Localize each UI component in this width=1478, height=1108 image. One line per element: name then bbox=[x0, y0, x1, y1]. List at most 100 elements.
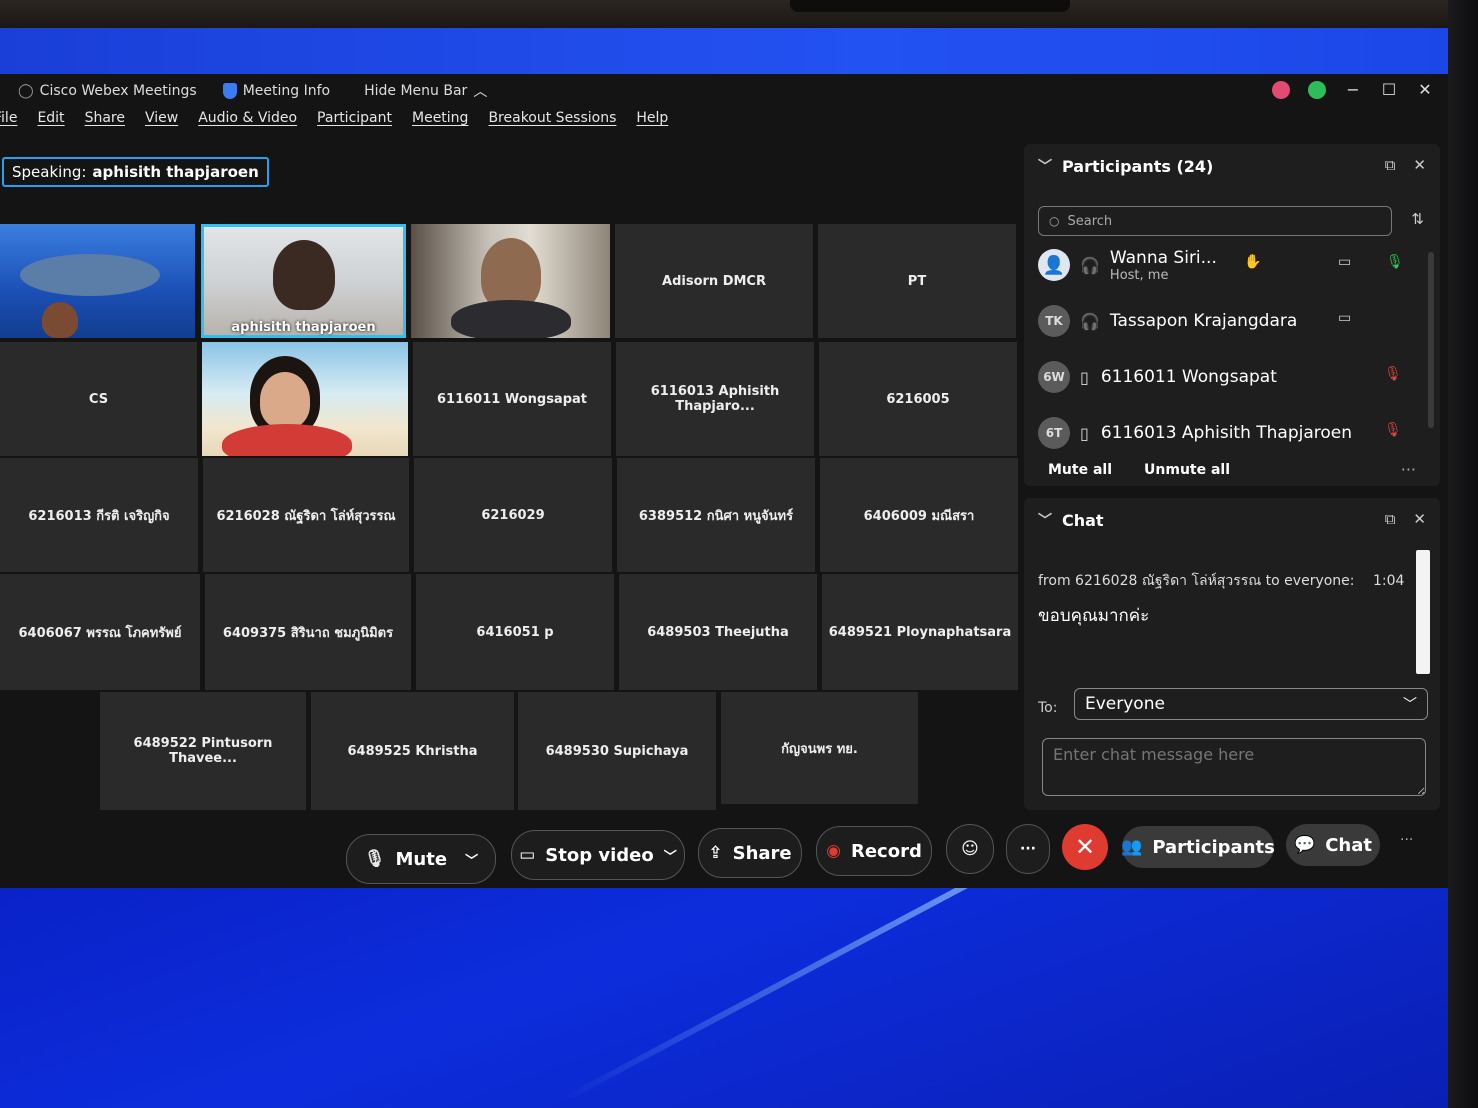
smiley-icon: ☺ bbox=[961, 839, 979, 859]
close-icon[interactable]: ✕ bbox=[1416, 80, 1434, 99]
close-icon[interactable]: ✕ bbox=[1413, 510, 1426, 528]
chevron-down-icon: ﹀ bbox=[1403, 697, 1417, 713]
participants-button[interactable]: 👥 Participants bbox=[1121, 826, 1275, 868]
more-options-icon[interactable]: ··· bbox=[1400, 832, 1413, 848]
video-tile[interactable]: Adisorn DMCR bbox=[615, 224, 813, 338]
participant-row[interactable]: 6T ▯ 6116013 Aphisith Thapjaroen 🎙 bbox=[1038, 408, 1418, 458]
avatar: 👤 bbox=[1038, 249, 1070, 281]
shield-icon bbox=[222, 83, 237, 99]
video-tile[interactable]: 6116013 Aphisith Thapjaro... bbox=[616, 342, 814, 456]
menu-audio-video[interactable]: Audio & Video bbox=[198, 110, 297, 140]
participant-name: Wanna Siri... bbox=[1109, 247, 1217, 268]
menu-share[interactable]: Share bbox=[85, 110, 125, 140]
chat-message-input[interactable] bbox=[1042, 738, 1426, 796]
chevron-down-icon[interactable]: ﹀ bbox=[664, 846, 677, 865]
participant-row[interactable]: 👤 🎧 Wanna Siri... Host, me ✋ ▭ 🎙 bbox=[1038, 240, 1418, 290]
close-icon[interactable]: ✕ bbox=[1413, 156, 1426, 174]
chat-panel-buttons: ⧉ ✕ bbox=[1385, 510, 1426, 528]
record-icon: ◉ bbox=[826, 841, 841, 861]
reactions-button[interactable]: ☺ bbox=[946, 824, 994, 874]
end-meeting-button[interactable]: ✕ bbox=[1062, 824, 1108, 870]
video-tile[interactable]: CS bbox=[0, 342, 197, 456]
video-tile[interactable]: 6489530 Supichaya bbox=[518, 692, 716, 810]
participant-name: 6116011 Wongsapat bbox=[1100, 367, 1277, 387]
more-options-button[interactable]: ··· bbox=[1006, 824, 1050, 874]
menu-breakout-sessions[interactable]: Breakout Sessions bbox=[488, 110, 616, 140]
video-tile[interactable] bbox=[0, 224, 195, 338]
menu-edit[interactable]: Edit bbox=[37, 110, 64, 140]
chat-message-header: from 6216028 ณัฐริดา โล่ห์สุวรรณ to ever… bbox=[1038, 570, 1418, 592]
menu-meeting[interactable]: Meeting bbox=[412, 110, 468, 140]
participant-row[interactable]: 6W ▯ 6116011 Wongsapat 🎙 bbox=[1038, 352, 1418, 402]
stop-video-button[interactable]: ▭ Stop video ﹀ bbox=[511, 830, 685, 880]
chat-recipient-select[interactable]: Everyone ﹀ bbox=[1074, 688, 1428, 720]
video-tile[interactable]: 6216005 bbox=[819, 342, 1017, 456]
hide-menu-bar-button[interactable]: Hide Menu Bar ︿ bbox=[364, 81, 487, 101]
app-title: ◯ Cisco Webex Meetings bbox=[18, 83, 197, 99]
menu-participant[interactable]: Participant bbox=[317, 110, 392, 140]
video-tile[interactable]: 6409375 สิรินาถ ชมภูนิมิตร bbox=[205, 574, 411, 690]
participant-row[interactable]: TK 🎧 Tassapon Krajangdara ▭ bbox=[1038, 296, 1418, 346]
mute-all-button[interactable]: Mute all bbox=[1048, 462, 1112, 478]
meeting-info-button[interactable]: Meeting Info bbox=[222, 83, 330, 99]
video-tile[interactable] bbox=[411, 224, 610, 338]
pop-out-icon[interactable]: ⧉ bbox=[1385, 510, 1396, 528]
avatar: 6W bbox=[1038, 361, 1070, 393]
video-tile[interactable]: 6406009 มณีสรา bbox=[820, 458, 1018, 572]
participants-panel-header[interactable]: ﹀ Participants (24) bbox=[1038, 156, 1213, 176]
menu-help[interactable]: Help bbox=[636, 110, 668, 140]
recording-indicator-icon bbox=[1272, 80, 1290, 99]
close-icon: ✕ bbox=[1074, 833, 1096, 861]
desktop-background-bottom bbox=[0, 888, 1448, 1108]
video-tile[interactable] bbox=[202, 342, 408, 456]
microphone-muted-icon[interactable]: 🎙 bbox=[1384, 366, 1402, 382]
video-tile[interactable]: 6489522 Pintusorn Thavee... bbox=[100, 692, 306, 810]
video-tile-active-speaker[interactable]: aphisith thapjaroen bbox=[201, 224, 406, 338]
share-button[interactable]: ⇪ Share bbox=[698, 828, 802, 878]
participants-panel: ﹀ Participants (24) ⧉ ✕ ○ Search ⇅ 👤 🎧 W… bbox=[1024, 144, 1440, 486]
maximize-icon[interactable]: ☐ bbox=[1380, 80, 1398, 99]
avatar: TK bbox=[1038, 305, 1070, 337]
video-tile[interactable]: 6416051 p bbox=[416, 574, 614, 690]
more-options-icon[interactable]: ··· bbox=[1401, 460, 1416, 479]
video-tile[interactable]: 6489503 Theejutha bbox=[619, 574, 817, 690]
video-tile[interactable]: 6489521 Ploynaphatsara bbox=[822, 574, 1018, 690]
hand-icon: ✋ bbox=[1244, 254, 1262, 270]
pop-out-icon[interactable]: ⧉ bbox=[1385, 156, 1396, 174]
menu-view[interactable]: View bbox=[145, 110, 178, 140]
microphone-muted-icon[interactable]: 🎙 bbox=[1384, 422, 1402, 438]
sort-icon[interactable]: ⇅ bbox=[1411, 210, 1424, 228]
record-button[interactable]: ◉ Record bbox=[816, 826, 932, 876]
video-tile[interactable]: 6406067 พรรณ โภคทรัพย์ bbox=[0, 574, 200, 690]
video-tile[interactable]: PT bbox=[818, 224, 1016, 338]
chat-panel-header[interactable]: ﹀ Chat bbox=[1038, 510, 1104, 530]
minimize-icon[interactable]: − bbox=[1344, 80, 1362, 99]
chat-scrollbar[interactable] bbox=[1416, 550, 1430, 674]
person-icon: 👤 bbox=[1042, 254, 1066, 276]
camera-icon[interactable]: ▭ bbox=[1338, 310, 1351, 326]
title-bar: ◯ Cisco Webex Meetings Meeting Info Hide… bbox=[0, 74, 1448, 108]
mobile-icon: ▯ bbox=[1080, 367, 1089, 387]
people-icon: 👥 bbox=[1121, 837, 1143, 857]
unmute-all-button[interactable]: Unmute all bbox=[1144, 462, 1230, 478]
chevron-down-icon: ﹀ bbox=[1038, 513, 1052, 529]
mute-button[interactable]: 🎙 Mute ﹀ bbox=[346, 834, 496, 884]
video-tile[interactable]: 6216028 ณัฐริดา โล่ห์สุวรรณ bbox=[203, 458, 409, 572]
participant-search-input[interactable]: ○ Search bbox=[1038, 206, 1392, 236]
video-tile[interactable]: 6116011 Wongsapat bbox=[413, 342, 611, 456]
video-tile[interactable]: 6216029 bbox=[414, 458, 612, 572]
microphone-on-icon[interactable]: 🎙 bbox=[1386, 254, 1404, 270]
video-tile[interactable]: 6489525 Khristha bbox=[311, 692, 514, 810]
speaking-indicator: Speaking: aphisith thapjaroen bbox=[2, 157, 269, 187]
video-tile[interactable]: 6216013 กีรติ เจริญกิจ bbox=[0, 458, 198, 572]
chat-button[interactable]: 💬 Chat bbox=[1286, 824, 1380, 866]
video-tile[interactable]: กัญจนพร ทย. bbox=[721, 692, 918, 804]
chat-bubble-icon: 💬 bbox=[1294, 835, 1316, 855]
menu-file[interactable]: File bbox=[0, 110, 17, 140]
participant-list-scrollbar[interactable] bbox=[1428, 252, 1434, 428]
video-tile[interactable]: 6389512 กนิศา หนูจันทร์ bbox=[617, 458, 815, 572]
mute-controls: Mute all Unmute all bbox=[1048, 462, 1230, 478]
chevron-down-icon[interactable]: ﹀ bbox=[465, 850, 478, 869]
monitor-bezel-right bbox=[1448, 0, 1478, 1108]
camera-icon[interactable]: ▭ bbox=[1338, 254, 1351, 270]
